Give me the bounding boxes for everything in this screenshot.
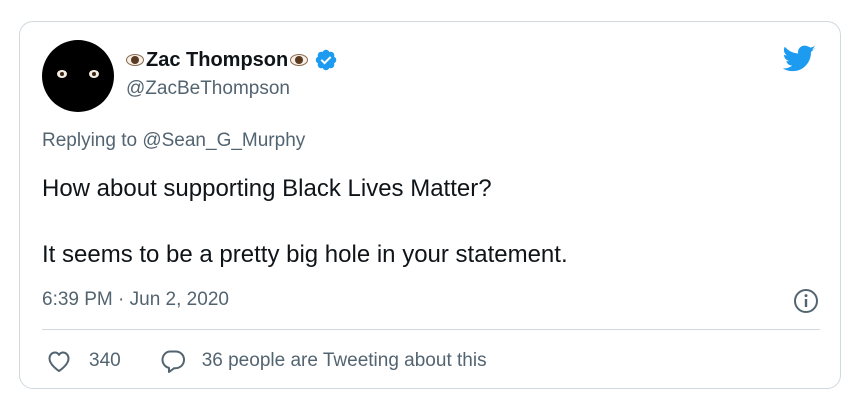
tweet-actions: 340 36 people are Tweeting about this <box>45 347 487 375</box>
author-avatar[interactable] <box>42 40 114 112</box>
divider <box>42 329 820 330</box>
author-display-name[interactable]: Zac Thompson <box>146 49 288 72</box>
replying-to-label[interactable]: Replying to @Sean_G_Murphy <box>42 130 305 152</box>
tweet-text-line: How about supporting Black Lives Matter? <box>42 175 492 202</box>
reply-bubble-icon[interactable] <box>159 347 187 375</box>
like-count[interactable]: 340 <box>89 350 121 372</box>
twitter-bird-icon[interactable] <box>782 42 818 74</box>
tweet-card[interactable]: Zac Thompson @ZacBeThompson Replying to … <box>19 21 841 389</box>
verified-badge-icon <box>314 48 338 72</box>
conversation-link[interactable]: 36 people are Tweeting about this <box>202 350 487 372</box>
tweet-timestamp[interactable]: 6:39 PM · Jun 2, 2020 <box>42 289 229 311</box>
tweet-text-line: It seems to be a pretty big hole in your… <box>42 241 568 268</box>
author-name-row[interactable]: Zac Thompson <box>126 45 338 75</box>
avatar-right-eye <box>89 70 99 78</box>
eye-emoji-icon <box>126 54 144 66</box>
info-icon[interactable] <box>792 287 820 315</box>
eye-emoji-icon <box>290 54 309 66</box>
reply-action[interactable]: 36 people are Tweeting about this <box>159 347 487 375</box>
heart-icon[interactable] <box>45 347 73 375</box>
avatar-left-eye <box>57 70 67 78</box>
author-handle[interactable]: @ZacBeThompson <box>126 78 290 100</box>
tweet-body: How about supporting Black Lives Matter?… <box>42 172 822 271</box>
